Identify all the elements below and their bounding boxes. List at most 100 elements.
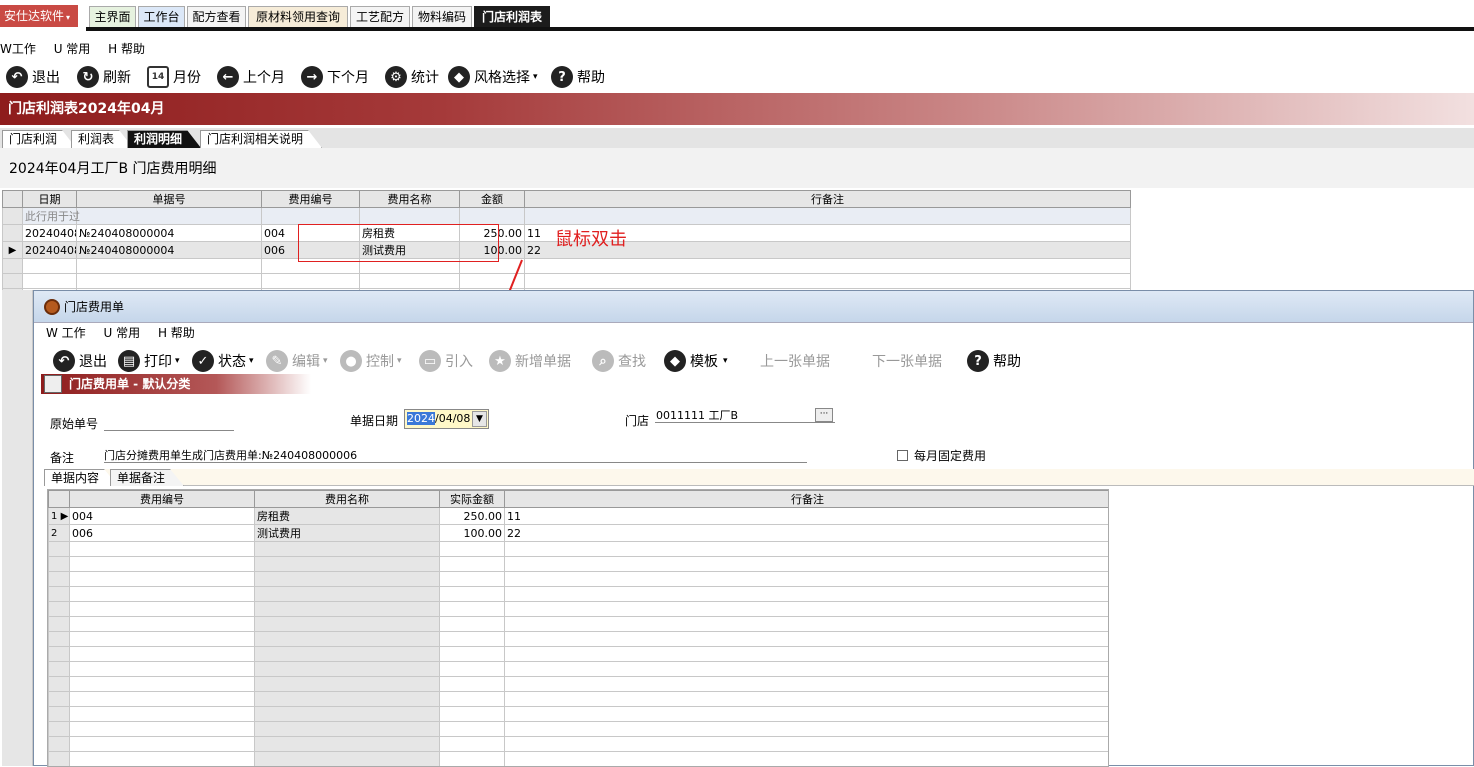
row-indicator — [49, 542, 70, 557]
cell-fee-name[interactable]: 测试费用 — [255, 525, 440, 542]
dialog-help-button[interactable]: ?帮助 — [967, 348, 1021, 374]
dialog-find-button[interactable]: ⌕查找 — [592, 348, 646, 374]
table-row[interactable] — [49, 632, 1110, 647]
grid-cell — [255, 587, 440, 602]
filter-row[interactable]: 此行用于过 — [3, 208, 1131, 225]
help-button[interactable]: ?帮助 — [551, 64, 605, 90]
nav-tab-home[interactable]: 主界面 — [89, 6, 136, 28]
grid-cell — [505, 587, 1110, 602]
prev-month-button[interactable]: ←上个月 — [217, 64, 285, 90]
col-header-row-note[interactable]: 行备注 — [525, 191, 1131, 208]
dialog-next-doc-label: 下一张单据 — [872, 351, 942, 371]
cell-actual-amount[interactable]: 100.00 — [440, 525, 505, 542]
style-select-button[interactable]: ◆风格选择▾ — [448, 64, 538, 90]
cell-row-note[interactable]: 22 — [505, 525, 1110, 542]
table-row[interactable] — [49, 557, 1110, 572]
grid-cell — [77, 274, 262, 289]
store-lookup-button[interactable]: ··· — [815, 408, 833, 422]
table-row[interactable] — [49, 692, 1110, 707]
table-row[interactable]: 2 006 测试费用 100.00 22 — [49, 525, 1110, 542]
subtab-profit-notes[interactable]: 门店利润相关说明 — [200, 130, 322, 148]
dialog-next-doc-button[interactable]: 下一张单据 — [872, 348, 942, 374]
dialog-control-button[interactable]: ●控制▾ — [340, 348, 402, 374]
table-row[interactable] — [49, 602, 1110, 617]
cell-actual-amount[interactable]: 250.00 — [440, 508, 505, 525]
col-header-actual-amount[interactable]: 实际金额 — [440, 491, 505, 508]
col-header-date[interactable]: 日期 — [23, 191, 77, 208]
grid-cell — [505, 572, 1110, 587]
table-row[interactable]: 1 ▶ 004 房租费 250.00 11 — [49, 508, 1110, 525]
dialog-menu-help[interactable]: H 帮助 — [158, 326, 195, 340]
month-button[interactable]: 14月份 — [147, 64, 201, 90]
store-input[interactable]: 0011111 工厂B — [655, 407, 835, 423]
table-row[interactable] — [49, 617, 1110, 632]
row-indicator — [49, 752, 70, 767]
next-month-button[interactable]: →下个月 — [301, 64, 369, 90]
nav-tab-process-recipe[interactable]: 工艺配方 — [350, 6, 410, 28]
nav-tab-material-query[interactable]: 原材料领用查询 — [248, 6, 348, 28]
cell-fee-code[interactable]: 004 — [70, 508, 255, 525]
nav-tab-store-profit[interactable]: 门店利润表 — [474, 6, 550, 28]
menu-common[interactable]: U 常用 — [54, 42, 91, 56]
grid-cell — [440, 602, 505, 617]
orig-no-input[interactable] — [104, 415, 234, 431]
brand-menu[interactable]: 安仕达软件▾ — [0, 5, 78, 27]
dialog-titlebar[interactable]: 门店费用单 — [34, 291, 1473, 323]
grid-cell — [262, 274, 360, 289]
cell-fee-code[interactable]: 006 — [70, 525, 255, 542]
dialog-status-button[interactable]: ✓状态▾ — [192, 348, 254, 374]
table-row[interactable] — [49, 752, 1110, 767]
table-row[interactable] — [49, 707, 1110, 722]
table-row[interactable] — [3, 259, 1131, 274]
doc-header-band: 门店费用单 - 默认分类 — [41, 374, 311, 394]
nav-tab-workbench[interactable]: 工作台 — [138, 6, 185, 28]
col-header-fee-name[interactable]: 费用名称 — [255, 491, 440, 508]
exit-button[interactable]: ↶退出 — [6, 64, 60, 90]
col-header-fee-code[interactable]: 费用编号 — [262, 191, 360, 208]
dialog-import-button[interactable]: ▭引入 — [419, 348, 473, 374]
dialog-print-button[interactable]: ▤打印▾ — [118, 348, 180, 374]
dialog-new-button[interactable]: ★新增单据 — [489, 348, 571, 374]
dialog-menu-work[interactable]: W 工作 — [46, 326, 86, 340]
col-header-fee-code[interactable]: 费用编号 — [70, 491, 255, 508]
grid-cell — [505, 647, 1110, 662]
note-input[interactable]: 门店分摊费用单生成门店费用单:№240408000006 — [104, 447, 807, 463]
table-row[interactable] — [49, 587, 1110, 602]
table-row[interactable] — [49, 737, 1110, 752]
dialog-exit-button[interactable]: ↶退出 — [53, 348, 107, 374]
cell-doc-no: №240408000004 — [77, 242, 262, 259]
dialog-menu-common[interactable]: U 常用 — [104, 326, 141, 340]
cell-row-note[interactable]: 11 — [505, 508, 1110, 525]
grid-cell — [255, 677, 440, 692]
col-header-doc-no[interactable]: 单据号 — [77, 191, 262, 208]
table-row[interactable] — [49, 677, 1110, 692]
col-header-amount[interactable]: 金额 — [460, 191, 525, 208]
grid-cell — [255, 557, 440, 572]
search-icon: ⌕ — [592, 350, 614, 372]
menu-work[interactable]: W工作 — [0, 42, 36, 56]
grid-cell — [255, 722, 440, 737]
col-header-row-note[interactable]: 行备注 — [505, 491, 1110, 508]
table-row[interactable] — [49, 647, 1110, 662]
dropdown-arrow-icon[interactable]: ▼ — [472, 411, 487, 427]
dialog-template-button[interactable]: ◆模板▾ — [664, 348, 728, 374]
menu-help[interactable]: H 帮助 — [108, 42, 145, 56]
grid-cell — [23, 259, 77, 274]
monthly-fixed-checkbox[interactable] — [897, 450, 908, 461]
date-picker[interactable]: 2024/04/08 ▼ — [404, 409, 489, 429]
row-indicator — [49, 617, 70, 632]
table-row[interactable] — [49, 572, 1110, 587]
nav-tab-recipe-view[interactable]: 配方查看 — [187, 6, 246, 28]
table-row[interactable] — [49, 722, 1110, 737]
table-row[interactable] — [3, 274, 1131, 289]
grid-cell — [505, 632, 1110, 647]
refresh-button[interactable]: ↻刷新 — [77, 64, 131, 90]
dialog-edit-button[interactable]: ✎编辑▾ — [266, 348, 328, 374]
cell-fee-name[interactable]: 房租费 — [255, 508, 440, 525]
nav-tab-material-code[interactable]: 物料编码 — [412, 6, 472, 28]
table-row[interactable] — [49, 662, 1110, 677]
col-header-fee-name[interactable]: 费用名称 — [360, 191, 460, 208]
table-row[interactable] — [49, 542, 1110, 557]
dialog-prev-doc-button[interactable]: 上一张单据 — [760, 348, 830, 374]
stats-button[interactable]: ⚙统计 — [385, 64, 439, 90]
